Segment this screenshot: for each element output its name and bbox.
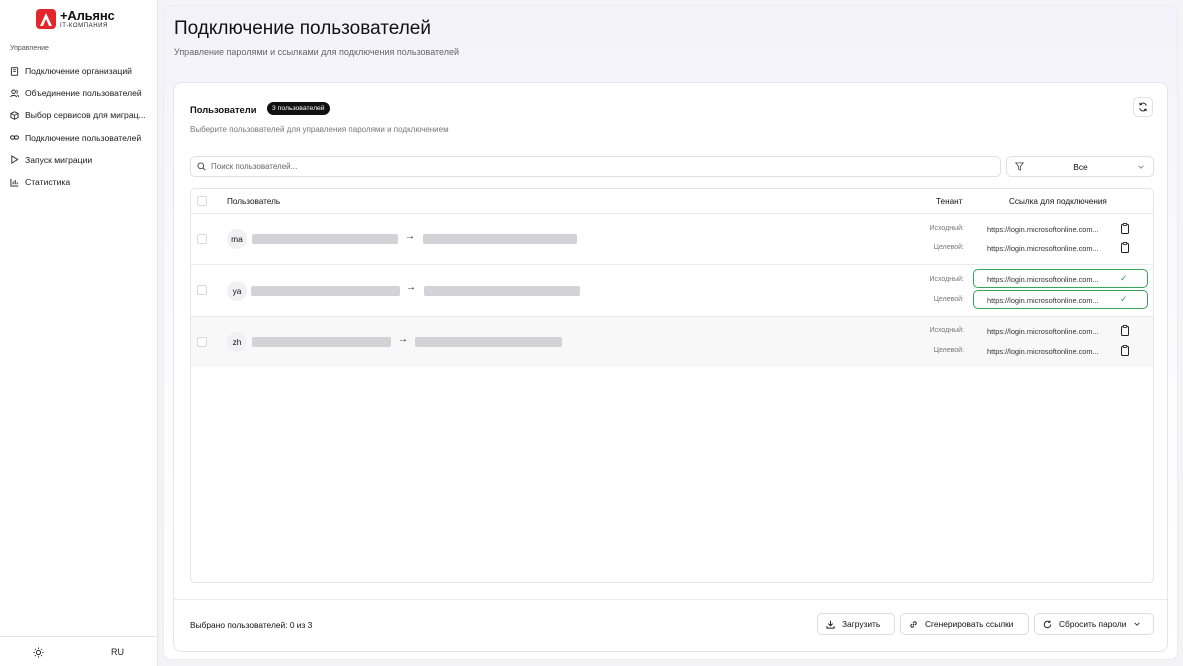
- page-subtitle: Управление паролями и ссылками для подкл…: [174, 47, 460, 57]
- sidebar-item-organizations[interactable]: Подключение организаций: [0, 60, 158, 82]
- users-table: Пользователь Тенант Ссылка для подключен…: [190, 188, 1154, 583]
- avatar: ma: [227, 229, 247, 249]
- table-row[interactable]: ya → Исходный: Целевой: https://login.mi…: [191, 265, 1153, 317]
- copy-icon[interactable]: [1120, 223, 1130, 234]
- tenant-target-label: Целевой:: [933, 347, 964, 354]
- target-link[interactable]: https://login.microsoftonline.com...: [987, 347, 1099, 356]
- row-checkbox[interactable]: [197, 337, 207, 347]
- filter-value: Все: [1073, 161, 1088, 172]
- copy-icon[interactable]: [1120, 325, 1130, 336]
- table-row[interactable]: ma → Исходный: Целевой: https://login.mi…: [191, 214, 1153, 265]
- package-icon: [10, 111, 19, 120]
- target-user-redacted: [424, 286, 580, 296]
- target-link[interactable]: https://login.microsoftonline.com...: [987, 296, 1099, 305]
- search-icon: [197, 162, 206, 171]
- building-icon: [10, 66, 19, 76]
- selection-count: Выбрано пользователей: 0 из 3: [190, 620, 313, 630]
- chevron-down-icon: [1138, 165, 1144, 169]
- upload-button[interactable]: Загрузить: [817, 613, 895, 635]
- source-link[interactable]: https://login.microsoftonline.com...: [987, 225, 1099, 234]
- source-link[interactable]: https://login.microsoftonline.com...: [987, 327, 1099, 336]
- logo-mark-icon: [36, 9, 56, 29]
- sidebar-item-label: Объединение пользователей: [25, 88, 142, 99]
- brand-logo[interactable]: +Альянс IT-КОМПАНИЯ: [36, 9, 115, 29]
- users-card: Пользователи 3 пользователей Выберите по…: [173, 82, 1168, 652]
- copy-icon[interactable]: [1120, 242, 1130, 253]
- sidebar-item-services[interactable]: Выбор сервисов для миграц...: [0, 104, 158, 126]
- upload-label: Загрузить: [842, 619, 881, 629]
- download-icon: [826, 620, 835, 629]
- header-tenant: Тенант: [936, 197, 963, 206]
- sidebar-item-connect-users[interactable]: Подключение пользователей: [0, 127, 158, 149]
- play-icon: [11, 155, 19, 165]
- main-content: Подключение пользователей Управление пар…: [163, 5, 1178, 660]
- table-header: Пользователь Тенант Ссылка для подключен…: [191, 189, 1153, 214]
- sidebar-footer: RU: [0, 636, 158, 666]
- copy-icon[interactable]: [1120, 345, 1130, 356]
- source-user-redacted: [252, 337, 391, 347]
- tenant-source-label: Исходный:: [929, 276, 964, 283]
- generate-links-button[interactable]: Сгенерировать ссылки: [900, 613, 1029, 635]
- chevron-down-icon: [1134, 622, 1141, 626]
- tenant-target-label: Целевой:: [933, 244, 964, 251]
- arrow-right-icon: →: [398, 334, 408, 345]
- sidebar-item-merge-users[interactable]: Объединение пользователей: [0, 82, 158, 104]
- brand-subtitle: IT-КОМПАНИЯ: [60, 23, 108, 29]
- card-title: Пользователи: [190, 104, 257, 115]
- target-user-redacted: [423, 234, 577, 244]
- check-icon: ✓: [1120, 294, 1128, 304]
- tenant-target-label: Целевой:: [933, 296, 964, 303]
- source-user-redacted: [251, 286, 400, 296]
- filter-select[interactable]: Все: [1006, 156, 1154, 177]
- tenant-source-label: Исходный:: [929, 225, 964, 232]
- chart-icon: [10, 178, 19, 187]
- sidebar-item-run-migration[interactable]: Запуск миграции: [0, 149, 158, 171]
- sidebar-item-label: Выбор сервисов для миграц...: [25, 110, 146, 121]
- sidebar: +Альянс IT-КОМПАНИЯ Управление Подключен…: [0, 0, 158, 666]
- header-user: Пользователь: [227, 197, 281, 206]
- tenant-source-label: Исходный:: [929, 327, 964, 334]
- reset-passwords-label: Сбросить пароли: [1059, 619, 1127, 629]
- sun-icon[interactable]: [33, 647, 44, 658]
- row-checkbox[interactable]: [197, 234, 207, 244]
- search-field: [190, 156, 1001, 177]
- brand-name: +Альянс: [60, 8, 115, 23]
- target-user-redacted: [415, 337, 562, 347]
- arrow-right-icon: →: [405, 231, 415, 242]
- sidebar-item-statistics[interactable]: Статистика: [0, 171, 158, 193]
- reset-passwords-button[interactable]: Сбросить пароли: [1034, 613, 1154, 635]
- sidebar-item-label: Подключение организаций: [25, 66, 132, 77]
- language-switch[interactable]: RU: [111, 647, 124, 657]
- sidebar-item-label: Статистика: [25, 177, 71, 188]
- filter-icon: [1015, 162, 1024, 171]
- page-title: Подключение пользователей: [174, 18, 431, 39]
- refresh-icon: [1139, 102, 1147, 112]
- source-link[interactable]: https://login.microsoftonline.com...: [987, 275, 1099, 284]
- search-input[interactable]: [211, 162, 971, 171]
- rotate-icon: [1043, 619, 1052, 628]
- refresh-button[interactable]: [1133, 97, 1153, 117]
- users-count-badge: 3 пользователей: [267, 102, 330, 115]
- footer-divider: [174, 599, 1167, 600]
- row-checkbox[interactable]: [197, 285, 207, 295]
- users-icon: [10, 89, 19, 98]
- check-icon: ✓: [1120, 273, 1128, 283]
- header-link: Ссылка для подключения: [1009, 197, 1107, 206]
- source-user-redacted: [252, 234, 398, 244]
- select-all-checkbox[interactable]: [197, 196, 207, 206]
- avatar: zh: [227, 332, 247, 352]
- avatar: ya: [227, 281, 247, 301]
- arrow-right-icon: →: [406, 282, 416, 293]
- generate-links-label: Сгенерировать ссылки: [925, 619, 1014, 629]
- link-icon: [10, 135, 19, 140]
- link-icon: [910, 620, 917, 628]
- sidebar-section-label: Управление: [10, 45, 49, 52]
- sidebar-item-label: Запуск миграции: [25, 154, 93, 165]
- sidebar-item-label: Подключение пользователей: [25, 132, 142, 143]
- table-row[interactable]: zh → Исходный: Целевой: https://login.mi…: [191, 317, 1153, 367]
- sidebar-nav: Подключение организаций Объединение поль…: [0, 60, 158, 193]
- card-subtitle: Выберите пользователей для управления па…: [190, 125, 449, 134]
- target-link[interactable]: https://login.microsoftonline.com...: [987, 244, 1099, 253]
